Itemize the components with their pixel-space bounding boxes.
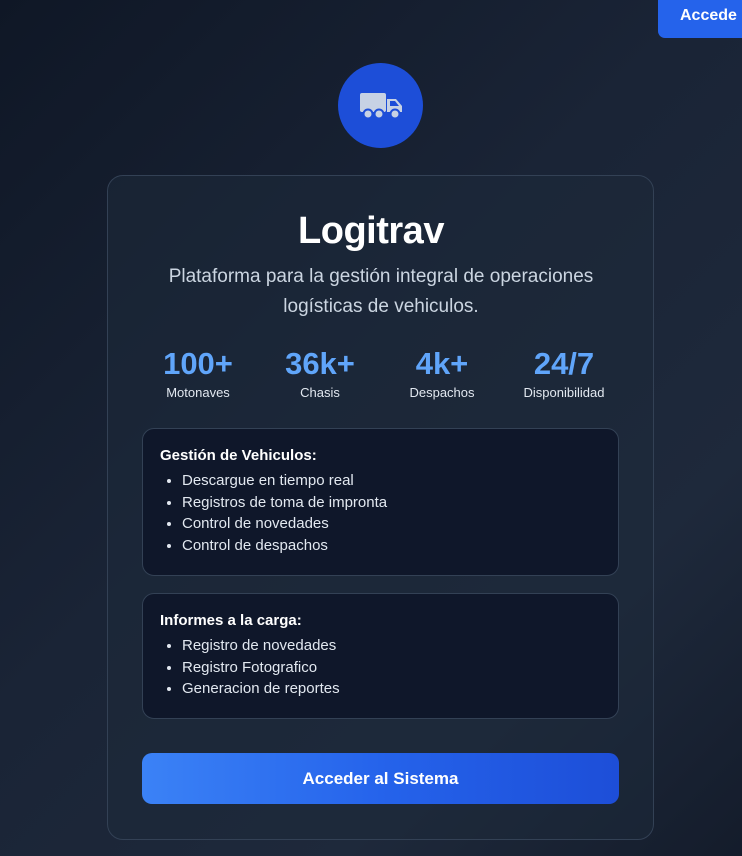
- stat-value: 4k+: [415, 346, 469, 381]
- header-access-button[interactable]: Accede: [658, 0, 742, 38]
- feature-list: Descargue en tiempo real Registros de to…: [160, 470, 601, 556]
- list-item: Control de despachos: [182, 535, 601, 557]
- list-item: Control de novedades: [182, 513, 601, 535]
- app-title: Logitrav: [298, 210, 444, 252]
- stat-label: Despachos: [409, 385, 475, 400]
- stat-disponibilidad: 24/7 Disponibilidad: [503, 345, 625, 400]
- section-title: Gestión de Vehiculos:: [160, 447, 317, 464]
- stats-row: 100+ Motonaves 36k+ Chasis 4k+ Despachos…: [137, 345, 625, 400]
- stat-value: 24/7: [533, 346, 595, 381]
- stat-label: Motonaves: [166, 385, 230, 400]
- list-item: Registro de novedades: [182, 635, 601, 657]
- vehicle-management-box: Gestión de Vehiculos: Descargue en tiemp…: [142, 428, 619, 576]
- stat-label: Disponibilidad: [523, 385, 605, 400]
- truck-icon: [359, 92, 402, 119]
- stat-value: 100+: [163, 346, 233, 381]
- list-item: Descargue en tiempo real: [182, 470, 601, 492]
- app-subtitle: Plataforma para la gestión integral de o…: [168, 266, 594, 317]
- list-item: Generacion de reportes: [182, 678, 601, 700]
- stat-chasis: 36k+ Chasis: [259, 345, 381, 400]
- stat-motonaves: 100+ Motonaves: [137, 345, 259, 400]
- list-item: Registros de toma de impronta: [182, 492, 601, 514]
- section-title: Informes a la carga:: [160, 612, 302, 629]
- cargo-reports-box: Informes a la carga: Registro de novedad…: [142, 593, 619, 719]
- stat-value: 36k+: [285, 346, 355, 381]
- list-item: Registro Fotografico: [182, 657, 601, 679]
- logo-badge: [338, 63, 423, 148]
- stat-despachos: 4k+ Despachos: [381, 345, 503, 400]
- access-system-button[interactable]: Acceder al Sistema: [142, 753, 619, 804]
- feature-list: Registro de novedades Registro Fotografi…: [160, 635, 601, 700]
- stat-label: Chasis: [300, 385, 340, 400]
